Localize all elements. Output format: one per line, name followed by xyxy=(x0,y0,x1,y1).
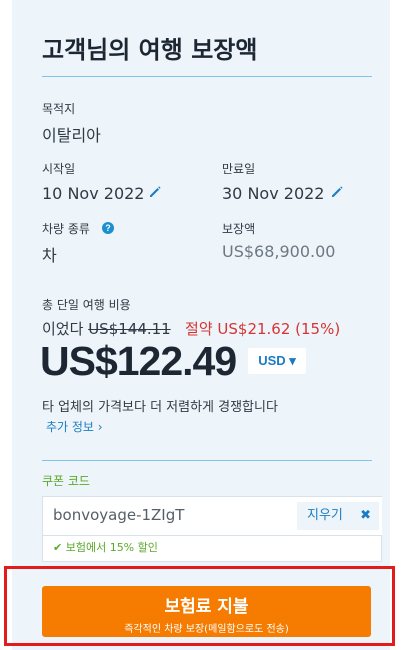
total-price: US$122.49 xyxy=(40,338,237,384)
vehicle-type-value: 차 xyxy=(42,246,57,265)
pencil-icon[interactable] xyxy=(330,185,344,199)
more-info-link[interactable]: 추가 정보 › xyxy=(46,418,103,435)
coverage-amount-label: 보장액 xyxy=(222,222,256,236)
pencil-icon[interactable] xyxy=(148,185,162,199)
page-title: 고객님의 여행 보장액 xyxy=(42,36,258,64)
help-icon[interactable]: ? xyxy=(102,222,114,234)
old-price: US$144.11 xyxy=(88,320,171,338)
was-prefix: 이었다 xyxy=(42,320,84,338)
savings-text: 절약 US$21.62 (15%) xyxy=(185,320,341,338)
end-date-value: 30 Nov 2022 xyxy=(222,184,325,203)
clear-coupon-button[interactable]: 지우기 ✖ xyxy=(297,502,379,530)
coverage-amount-value: US$68,900.00 xyxy=(222,242,336,261)
coupon-divider xyxy=(42,460,372,461)
coverage-panel: 고객님의 여행 보장액 목적지 이탈리아 시작일 10 Nov 2022 만료일… xyxy=(12,0,390,650)
destination-value: 이탈리아 xyxy=(42,126,101,145)
coupon-input[interactable] xyxy=(53,506,283,524)
total-cost-label: 총 단일 여행 비용 xyxy=(42,298,131,312)
competitive-note: 타 업체의 가격보다 더 저렴하게 경쟁합니다 xyxy=(42,400,278,415)
destination-label: 목적지 xyxy=(42,102,76,116)
end-date-label: 만료일 xyxy=(222,162,256,176)
currency-select[interactable]: USD ▾ xyxy=(248,348,306,374)
price-comparison: 이었다 US$144.11 절약 US$21.62 (15%) xyxy=(42,318,340,339)
pay-premium-button[interactable]: 보험료 지불 즉각적인 차량 보장(메일함으로도 전송) xyxy=(42,586,371,637)
coupon-success-message: ✔ 보험에서 15% 할인 xyxy=(42,536,382,562)
start-date-label: 시작일 xyxy=(42,162,76,176)
title-divider xyxy=(42,76,372,77)
start-date-value: 10 Nov 2022 xyxy=(42,184,145,203)
close-icon: ✖ xyxy=(360,508,371,523)
coupon-label: 쿠폰 코드 xyxy=(42,474,90,488)
pay-button-label: 보험료 지불 xyxy=(164,597,249,617)
pay-button-sublabel: 즉각적인 차량 보장(메일함으로도 전송) xyxy=(124,624,289,635)
vehicle-type-label: 차량 종류 xyxy=(42,222,90,236)
clear-coupon-label: 지우기 xyxy=(307,508,343,523)
coupon-field: 지우기 ✖ xyxy=(42,496,382,536)
